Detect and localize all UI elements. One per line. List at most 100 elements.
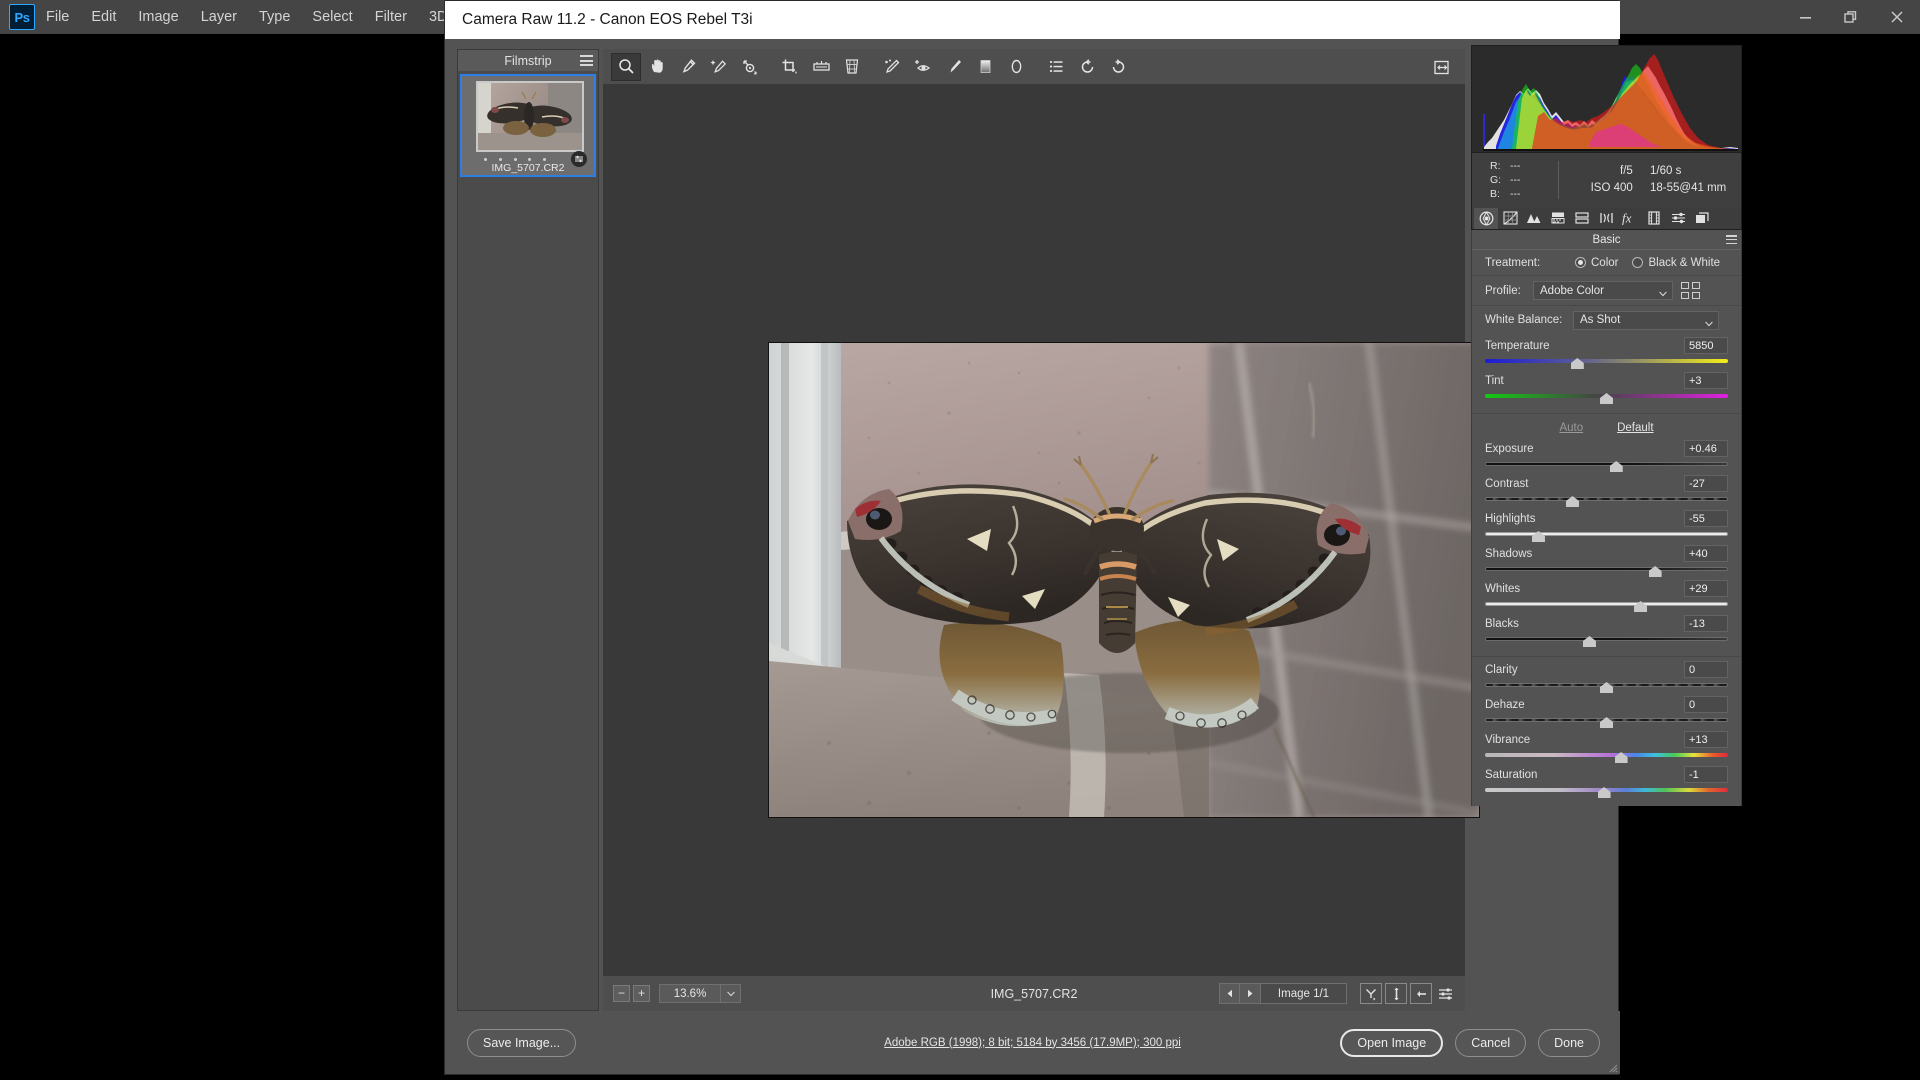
svg-text:fx: fx: [1622, 211, 1632, 225]
graduated-filter-tool-icon[interactable]: [970, 53, 1000, 81]
rotate-clockwise-icon[interactable]: [1103, 53, 1133, 81]
preferences-tool-icon[interactable]: [1041, 53, 1071, 81]
camera-raw-dialog: Camera Raw 11.2 - Canon EOS Rebel T3i Fi…: [444, 0, 1742, 1075]
readout-divider: [1558, 161, 1559, 199]
menu-layer[interactable]: Layer: [190, 0, 248, 34]
profile-browser-icon[interactable]: [1681, 282, 1700, 299]
zoom-out-button[interactable]: −: [613, 985, 630, 1002]
snapshots-icon[interactable]: [1690, 208, 1714, 229]
minimize-button[interactable]: [1782, 0, 1828, 34]
slider-exposure-value[interactable]: +0.46: [1684, 440, 1728, 457]
slider-shadows-track[interactable]: [1485, 564, 1728, 577]
slider-shadows-value[interactable]: +40: [1684, 545, 1728, 562]
default-link[interactable]: Default: [1617, 422, 1653, 434]
slider-blacks-track[interactable]: [1485, 634, 1728, 647]
zoom-in-button[interactable]: +: [633, 985, 650, 1002]
select-all-icon[interactable]: [1385, 983, 1407, 1004]
chevron-down-icon[interactable]: [721, 984, 741, 1003]
next-image-button[interactable]: [1240, 983, 1261, 1004]
filmstrip-title: Filmstrip: [504, 53, 552, 68]
slider-highlights-value[interactable]: -55: [1684, 510, 1728, 527]
toggle-fullscreen-icon[interactable]: [1427, 53, 1457, 81]
filmstrip-icon[interactable]: [1642, 208, 1666, 229]
radial-filter-tool-icon[interactable]: [1001, 53, 1031, 81]
white-balance-tool-icon[interactable]: [673, 53, 703, 81]
slider-clarity-value[interactable]: 0: [1684, 661, 1728, 678]
done-button[interactable]: Done: [1538, 1028, 1600, 1057]
spot-removal-tool-icon[interactable]: [877, 53, 907, 81]
resize-grip[interactable]: [1606, 1060, 1618, 1073]
slider-tint-value[interactable]: +3: [1684, 372, 1728, 389]
treatment-option-color[interactable]: Color: [1575, 257, 1618, 269]
menu-file[interactable]: File: [35, 0, 80, 34]
menu-filter[interactable]: Filter: [364, 0, 418, 34]
track-fill: [1485, 602, 1728, 606]
panel-menu-icon[interactable]: [1726, 235, 1737, 244]
menu-edit[interactable]: Edit: [80, 0, 127, 34]
slider-highlights-label: Highlights: [1485, 512, 1536, 525]
track-fill: [1485, 567, 1728, 571]
slider-whites-value[interactable]: +29: [1684, 580, 1728, 597]
chevron-down-icon: [1705, 318, 1713, 326]
menu-type[interactable]: Type: [248, 0, 301, 34]
slider-dehaze-value[interactable]: 0: [1684, 696, 1728, 713]
crop-tool-icon[interactable]: [775, 53, 805, 81]
color-sampler-tool-icon[interactable]: [704, 53, 734, 81]
cancel-button[interactable]: Cancel: [1455, 1028, 1527, 1057]
image-canvas[interactable]: [603, 85, 1480, 975]
slider-vibrance-track[interactable]: [1485, 750, 1728, 763]
split-toning-icon[interactable]: [1570, 208, 1594, 229]
slider-saturation-track[interactable]: [1485, 785, 1728, 798]
detail-triangles-icon[interactable]: [1522, 208, 1546, 229]
slider-contrast: Contrast -27: [1472, 474, 1741, 507]
slider-temperature-track[interactable]: [1485, 356, 1728, 369]
aperture-icon[interactable]: [1474, 207, 1498, 229]
straighten-tool-icon[interactable]: [806, 53, 836, 81]
exif-aperture: f/5: [1620, 165, 1633, 177]
lens-correction-icon[interactable]: [1594, 208, 1618, 229]
transform-tool-icon[interactable]: [837, 53, 867, 81]
slider-clarity-track[interactable]: [1485, 680, 1728, 693]
hamburger-icon[interactable]: [580, 55, 593, 66]
slider-exposure-track[interactable]: [1485, 459, 1728, 472]
slider-blacks-value[interactable]: -13: [1684, 615, 1728, 632]
slider-contrast-value[interactable]: -27: [1684, 475, 1728, 492]
slider-dehaze-track[interactable]: [1485, 715, 1728, 728]
slider-whites-track[interactable]: [1485, 599, 1728, 612]
track-fill: [1485, 462, 1728, 466]
profile-select[interactable]: Adobe Color: [1533, 281, 1673, 300]
presets-sliders-icon[interactable]: [1666, 208, 1690, 229]
rotate-counterclockwise-icon[interactable]: [1072, 53, 1102, 81]
hand-tool-icon[interactable]: [642, 53, 672, 81]
zoom-level-value[interactable]: 13.6%: [659, 984, 721, 1003]
menu-image[interactable]: Image: [127, 0, 189, 34]
filter-settings-icon[interactable]: [1435, 983, 1457, 1004]
treatment-option-black-white[interactable]: Black & White: [1632, 257, 1720, 269]
slider-highlights-track[interactable]: [1485, 529, 1728, 542]
fx-icon[interactable]: fx: [1618, 208, 1642, 229]
white-balance-select[interactable]: As Shot: [1573, 310, 1719, 330]
adjustment-brush-tool-icon[interactable]: [939, 53, 969, 81]
close-button[interactable]: [1874, 0, 1920, 34]
filmstrip-thumbnail[interactable]: IMG_5707.CR2: [460, 74, 596, 177]
slider-temperature-value[interactable]: 5850: [1684, 337, 1728, 354]
sync-settings-icon[interactable]: [1410, 983, 1432, 1004]
zoom-tool-icon[interactable]: [611, 52, 641, 81]
synchronize-icon[interactable]: [1360, 983, 1382, 1004]
restore-button[interactable]: [1828, 0, 1874, 34]
tone-curve-icon[interactable]: [1498, 208, 1522, 229]
slider-tint-track[interactable]: [1485, 391, 1728, 404]
auto-link[interactable]: Auto: [1559, 422, 1583, 434]
targeted-adjustment-tool-icon[interactable]: [735, 53, 765, 81]
white-balance-row: White Balance: As Shot: [1472, 306, 1741, 334]
slider-contrast-track[interactable]: [1485, 494, 1728, 507]
slider-vibrance-value[interactable]: +13: [1684, 731, 1728, 748]
red-eye-removal-tool-icon[interactable]: [908, 53, 938, 81]
hsl-bars-icon[interactable]: [1546, 208, 1570, 229]
slider-saturation-value[interactable]: -1: [1684, 766, 1728, 783]
slider-temperature: Temperature 5850: [1472, 336, 1741, 369]
slider-clarity-label: Clarity: [1485, 663, 1518, 676]
open-image-button[interactable]: Open Image: [1340, 1028, 1444, 1057]
previous-image-button[interactable]: [1219, 983, 1240, 1004]
menu-select[interactable]: Select: [301, 0, 363, 34]
